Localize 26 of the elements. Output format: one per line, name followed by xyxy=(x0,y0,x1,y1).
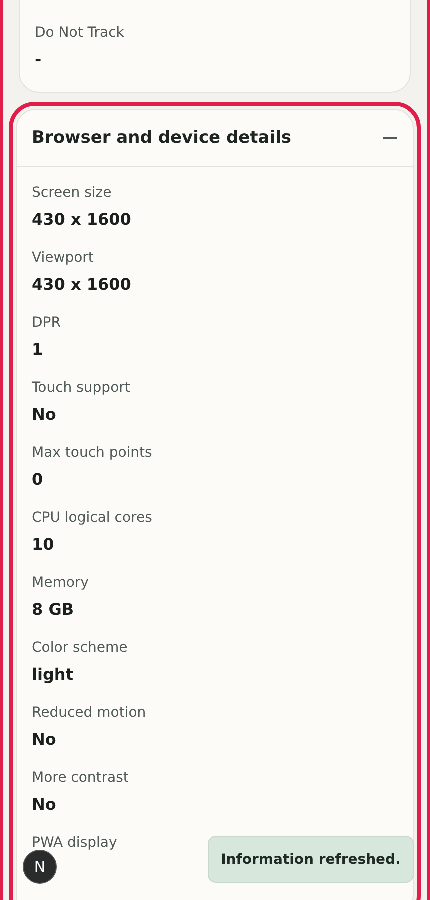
field-label: Reduced motion xyxy=(32,704,146,723)
field-value: - xyxy=(35,49,42,71)
field-value: No xyxy=(32,404,56,426)
field-label: Viewport xyxy=(32,249,94,268)
field-value: No xyxy=(32,794,56,816)
field-label: Screen size xyxy=(32,184,112,203)
field-label: DPR xyxy=(32,314,61,333)
field-label: More contrast xyxy=(32,769,129,788)
field-value: 430 x 1600 xyxy=(32,209,132,231)
toast-message: Information refreshed. xyxy=(208,836,414,883)
field-label: Touch support xyxy=(32,379,130,398)
field-label: CPU logical cores xyxy=(32,509,152,528)
field-value: 430 x 1600 xyxy=(32,274,132,296)
field-label: Color scheme xyxy=(32,639,128,658)
field-label: Max touch points xyxy=(32,444,152,463)
field-value: No xyxy=(32,729,56,751)
field-value: 10 xyxy=(32,534,54,556)
field-label: Memory xyxy=(32,574,89,593)
section-header[interactable]: Browser and device details xyxy=(17,110,413,167)
field-value: 0 xyxy=(32,469,44,491)
section-title: Browser and device details xyxy=(32,128,292,148)
field-label: Do Not Track xyxy=(35,24,124,43)
field-value: 1 xyxy=(32,339,44,361)
field-label: PWA display xyxy=(32,834,118,853)
field-value: light xyxy=(32,664,74,686)
field-value: 8 GB xyxy=(32,599,74,621)
